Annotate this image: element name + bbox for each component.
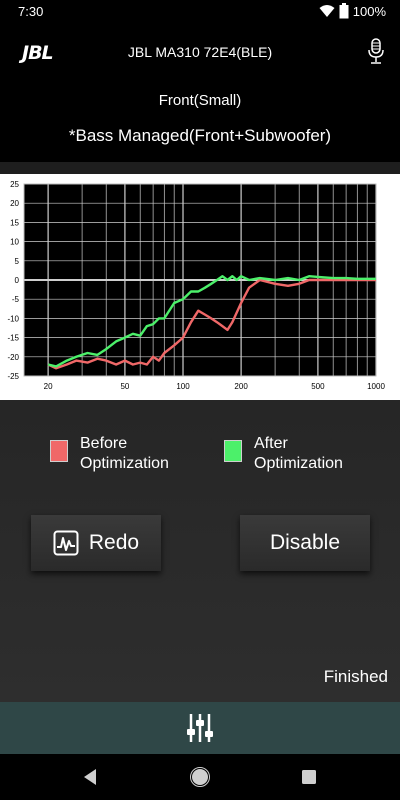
chart-y-tick-label: -20 [7, 353, 19, 362]
chart-x-tick-label: 100 [176, 382, 190, 391]
status-bar: 7:30 100% [0, 0, 400, 24]
redo-button[interactable]: Redo [31, 515, 161, 571]
recents-icon[interactable] [298, 766, 320, 788]
device-name: JBL MA310 72E4(BLE) [127, 44, 273, 60]
chart-x-tick-label: 20 [44, 382, 53, 391]
legend-after-swatch [224, 440, 242, 462]
legend-after-line1: After [254, 435, 288, 452]
legend-after-line2: Optimization [254, 455, 343, 472]
chart-y-tick-label: -15 [7, 334, 19, 343]
disable-button[interactable]: Disable [240, 515, 370, 571]
battery-percent: 100% [352, 3, 386, 19]
status-text: Finished [323, 667, 388, 686]
chart-x-tick-label: 50 [120, 382, 129, 391]
speaker-mode: Front(Small) [158, 92, 242, 109]
equalizer-icon[interactable] [186, 712, 214, 744]
redo-label: Redo [88, 531, 140, 554]
legend-before: Before Optimization [50, 434, 169, 474]
status-icons: 100% [319, 3, 386, 19]
home-icon[interactable] [189, 766, 211, 788]
bottom-toolbar [0, 702, 400, 754]
disable-label: Disable [269, 531, 341, 554]
chart-y-tick-label: 15 [10, 218, 19, 227]
microphone-icon[interactable] [366, 38, 386, 66]
chart-y-tick-label: -25 [7, 372, 19, 381]
chart-y-tick-label: 20 [10, 199, 19, 208]
chart-canvas: 2520151050-5-10-15-20-2520 50 100 200 500 100… [7, 180, 385, 391]
status-time: 7:30 [18, 4, 44, 19]
legend-after: After Optimization [224, 434, 343, 474]
chart-x-tick-label: 1000 [367, 382, 385, 391]
legend-before-line2: Optimization [80, 455, 169, 472]
battery-icon [339, 3, 349, 19]
chart-y-tick-label: 0 [15, 276, 20, 285]
legend-before-line1: Before [80, 435, 128, 452]
legend-before-label: Before Optimization [80, 434, 169, 474]
frequency-response-chart: 25 20 15 10 5 0 -5 -10 -15 -20 -25 20 50 100 200 500 100… [0, 174, 400, 400]
chart-x-tick-label: 500 [311, 382, 325, 391]
back-icon[interactable] [80, 766, 102, 788]
chart-y-tick-label: -5 [12, 295, 20, 304]
chart-y-tick-label: -10 [7, 314, 19, 323]
system-nav-bar [0, 754, 400, 800]
main-content: 25 20 15 10 5 0 -5 -10 -15 -20 -25 20 50 100 200 500 100… [0, 162, 400, 702]
wifi-icon [319, 5, 335, 17]
chart-y-tick-label: 25 [10, 180, 19, 189]
waveform-icon [53, 530, 79, 556]
app-header: JBL JBL MA310 72E4(BLE) [0, 24, 400, 82]
legend-before-swatch [50, 440, 68, 462]
legend-after-label: After Optimization [254, 434, 343, 474]
chart-x-tick-label: 200 [234, 382, 248, 391]
subheader: Front(Small) *Bass Managed(Front+Subwoof… [0, 82, 400, 162]
chart-y-tick-label: 5 [15, 257, 20, 266]
bass-managed-label: *Bass Managed(Front+Subwoofer) [68, 126, 332, 145]
chart-y-tick-label: 10 [10, 238, 19, 247]
